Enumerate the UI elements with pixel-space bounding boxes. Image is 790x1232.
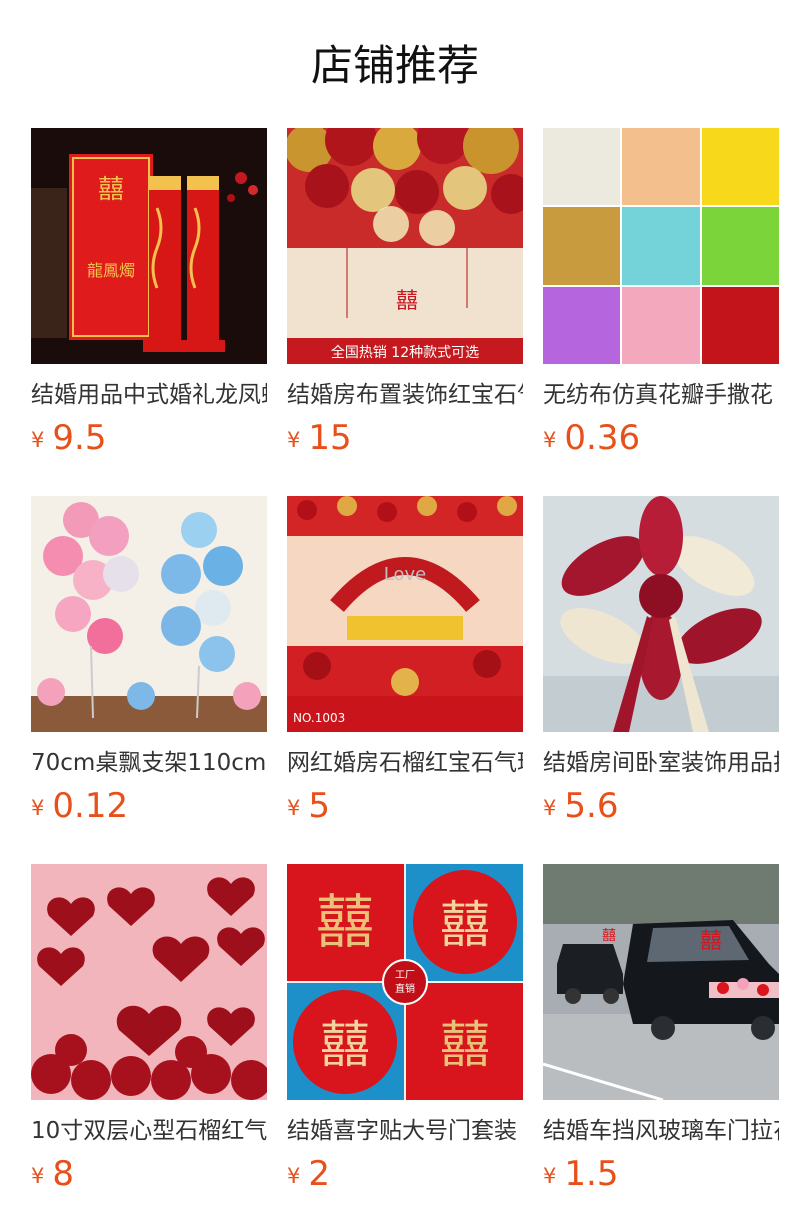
dragon-phoenix-candles-image: 囍 龍鳳燭 xyxy=(31,128,267,364)
product-card[interactable]: 囍 囍 囍 囍 工厂 直销 结婚喜字贴大号门套装 ¥2 xyxy=(287,864,523,1202)
product-price: ¥0.12 xyxy=(31,784,267,834)
svg-text:囍: 囍 xyxy=(700,929,722,954)
wedding-car-decor-image: 囍 囍 xyxy=(543,864,779,1100)
product-image[interactable]: 囍 囍 xyxy=(543,864,779,1100)
currency-symbol: ¥ xyxy=(31,1164,45,1188)
price-amount: 5 xyxy=(308,786,331,826)
svg-text:囍: 囍 xyxy=(396,289,418,314)
price-amount: 9.5 xyxy=(52,418,107,458)
product-name[interactable]: 无纺布仿真花瓣手撒花 xyxy=(543,378,779,412)
balloon-stand-image xyxy=(31,496,267,732)
product-card[interactable]: 无纺布仿真花瓣手撒花 ¥0.36 xyxy=(543,128,779,466)
currency-symbol: ¥ xyxy=(31,796,45,820)
product-price: ¥1.5 xyxy=(543,1152,779,1202)
product-image[interactable]: 囍 龍鳳燭 xyxy=(31,128,267,364)
product-image[interactable]: Love NO.1003 xyxy=(287,496,523,732)
svg-text:工厂: 工厂 xyxy=(395,970,415,981)
currency-symbol: ¥ xyxy=(31,428,45,452)
svg-text:囍: 囍 xyxy=(98,175,124,205)
svg-text:直销: 直销 xyxy=(395,982,415,995)
product-image[interactable] xyxy=(543,128,779,364)
double-happiness-stickers-image: 囍 囍 囍 囍 工厂 直销 xyxy=(287,864,523,1100)
product-name[interactable]: 10寸双层心型石榴红气球 xyxy=(31,1114,267,1148)
flower-petals-grid-image xyxy=(543,128,779,364)
svg-text:囍: 囍 xyxy=(316,888,374,956)
product-image[interactable]: 囍 全国热销 12种款式可选 xyxy=(287,128,523,364)
price-amount: 0.12 xyxy=(52,786,129,826)
product-price: ¥2 xyxy=(287,1152,523,1202)
product-price: ¥5 xyxy=(287,784,523,834)
price-amount: 8 xyxy=(52,1154,75,1194)
product-image[interactable] xyxy=(543,496,779,732)
product-price: ¥5.6 xyxy=(543,784,779,834)
currency-symbol: ¥ xyxy=(543,796,557,820)
product-card[interactable]: 囍 全国热销 12种款式可选 结婚房布置装饰红宝石气球 ¥15 xyxy=(287,128,523,466)
product-price: ¥8 xyxy=(31,1152,267,1202)
price-amount: 2 xyxy=(308,1154,331,1194)
svg-text:NO.1003: NO.1003 xyxy=(293,711,345,725)
currency-symbol: ¥ xyxy=(543,1164,557,1188)
product-name[interactable]: 网红婚房石榴红宝石气球 xyxy=(287,746,523,780)
price-amount: 15 xyxy=(308,418,352,458)
svg-text:囍: 囍 xyxy=(440,1016,490,1074)
product-card[interactable]: 囍 囍 结婚车挡风玻璃车门拉花 ¥1.5 xyxy=(543,864,779,1202)
price-amount: 5.6 xyxy=(564,786,619,826)
product-name[interactable]: 结婚用品中式婚礼龙凤蜡烛 xyxy=(31,378,267,412)
product-name[interactable]: 结婚喜字贴大号门套装 xyxy=(287,1114,523,1148)
product-card[interactable]: 70cm桌飘支架110cm气球 ¥0.12 xyxy=(31,496,267,834)
currency-symbol: ¥ xyxy=(543,428,557,452)
ribbon-pull-flower-image xyxy=(543,496,779,732)
product-card[interactable]: Love NO.1003 网红婚房石榴红宝石气球 ¥5 xyxy=(287,496,523,834)
svg-text:龍鳳燭: 龍鳳燭 xyxy=(87,261,135,280)
product-name[interactable]: 结婚房布置装饰红宝石气球 xyxy=(287,378,523,412)
currency-symbol: ¥ xyxy=(287,428,301,452)
product-image[interactable] xyxy=(31,864,267,1100)
product-price: ¥15 xyxy=(287,416,523,466)
currency-symbol: ¥ xyxy=(287,1164,301,1188)
currency-symbol: ¥ xyxy=(287,796,301,820)
price-amount: 0.36 xyxy=(564,418,641,458)
wedding-room-balloons-image: Love NO.1003 xyxy=(287,496,523,732)
svg-text:囍: 囍 xyxy=(320,1016,370,1074)
product-price: ¥0.36 xyxy=(543,416,779,466)
product-card[interactable]: 10寸双层心型石榴红气球 ¥8 xyxy=(31,864,267,1202)
price-amount: 1.5 xyxy=(564,1154,619,1194)
heart-balloons-image xyxy=(31,864,267,1100)
red-gold-balloons-image: 囍 全国热销 12种款式可选 xyxy=(287,128,523,364)
svg-text:Love: Love xyxy=(384,564,426,585)
svg-text:囍: 囍 xyxy=(602,928,616,944)
product-card[interactable]: 囍 龍鳳燭 结婚用品中式婚礼龙凤蜡烛 ¥9.5 xyxy=(31,128,267,466)
product-name[interactable]: 结婚房间卧室装饰用品拉花 xyxy=(543,746,779,780)
product-card[interactable]: 结婚房间卧室装饰用品拉花 ¥5.6 xyxy=(543,496,779,834)
svg-text:全国热销 12种款式可选: 全国热销 12种款式可选 xyxy=(331,344,479,361)
product-name[interactable]: 结婚车挡风玻璃车门拉花 xyxy=(543,1114,779,1148)
svg-text:囍: 囍 xyxy=(440,896,490,954)
product-name[interactable]: 70cm桌飘支架110cm气球 xyxy=(31,746,267,780)
product-price: ¥9.5 xyxy=(31,416,267,466)
page-title: 店铺推荐 xyxy=(310,41,479,90)
product-image[interactable]: 囍 囍 囍 囍 工厂 直销 xyxy=(287,864,523,1100)
product-image[interactable] xyxy=(31,496,267,732)
